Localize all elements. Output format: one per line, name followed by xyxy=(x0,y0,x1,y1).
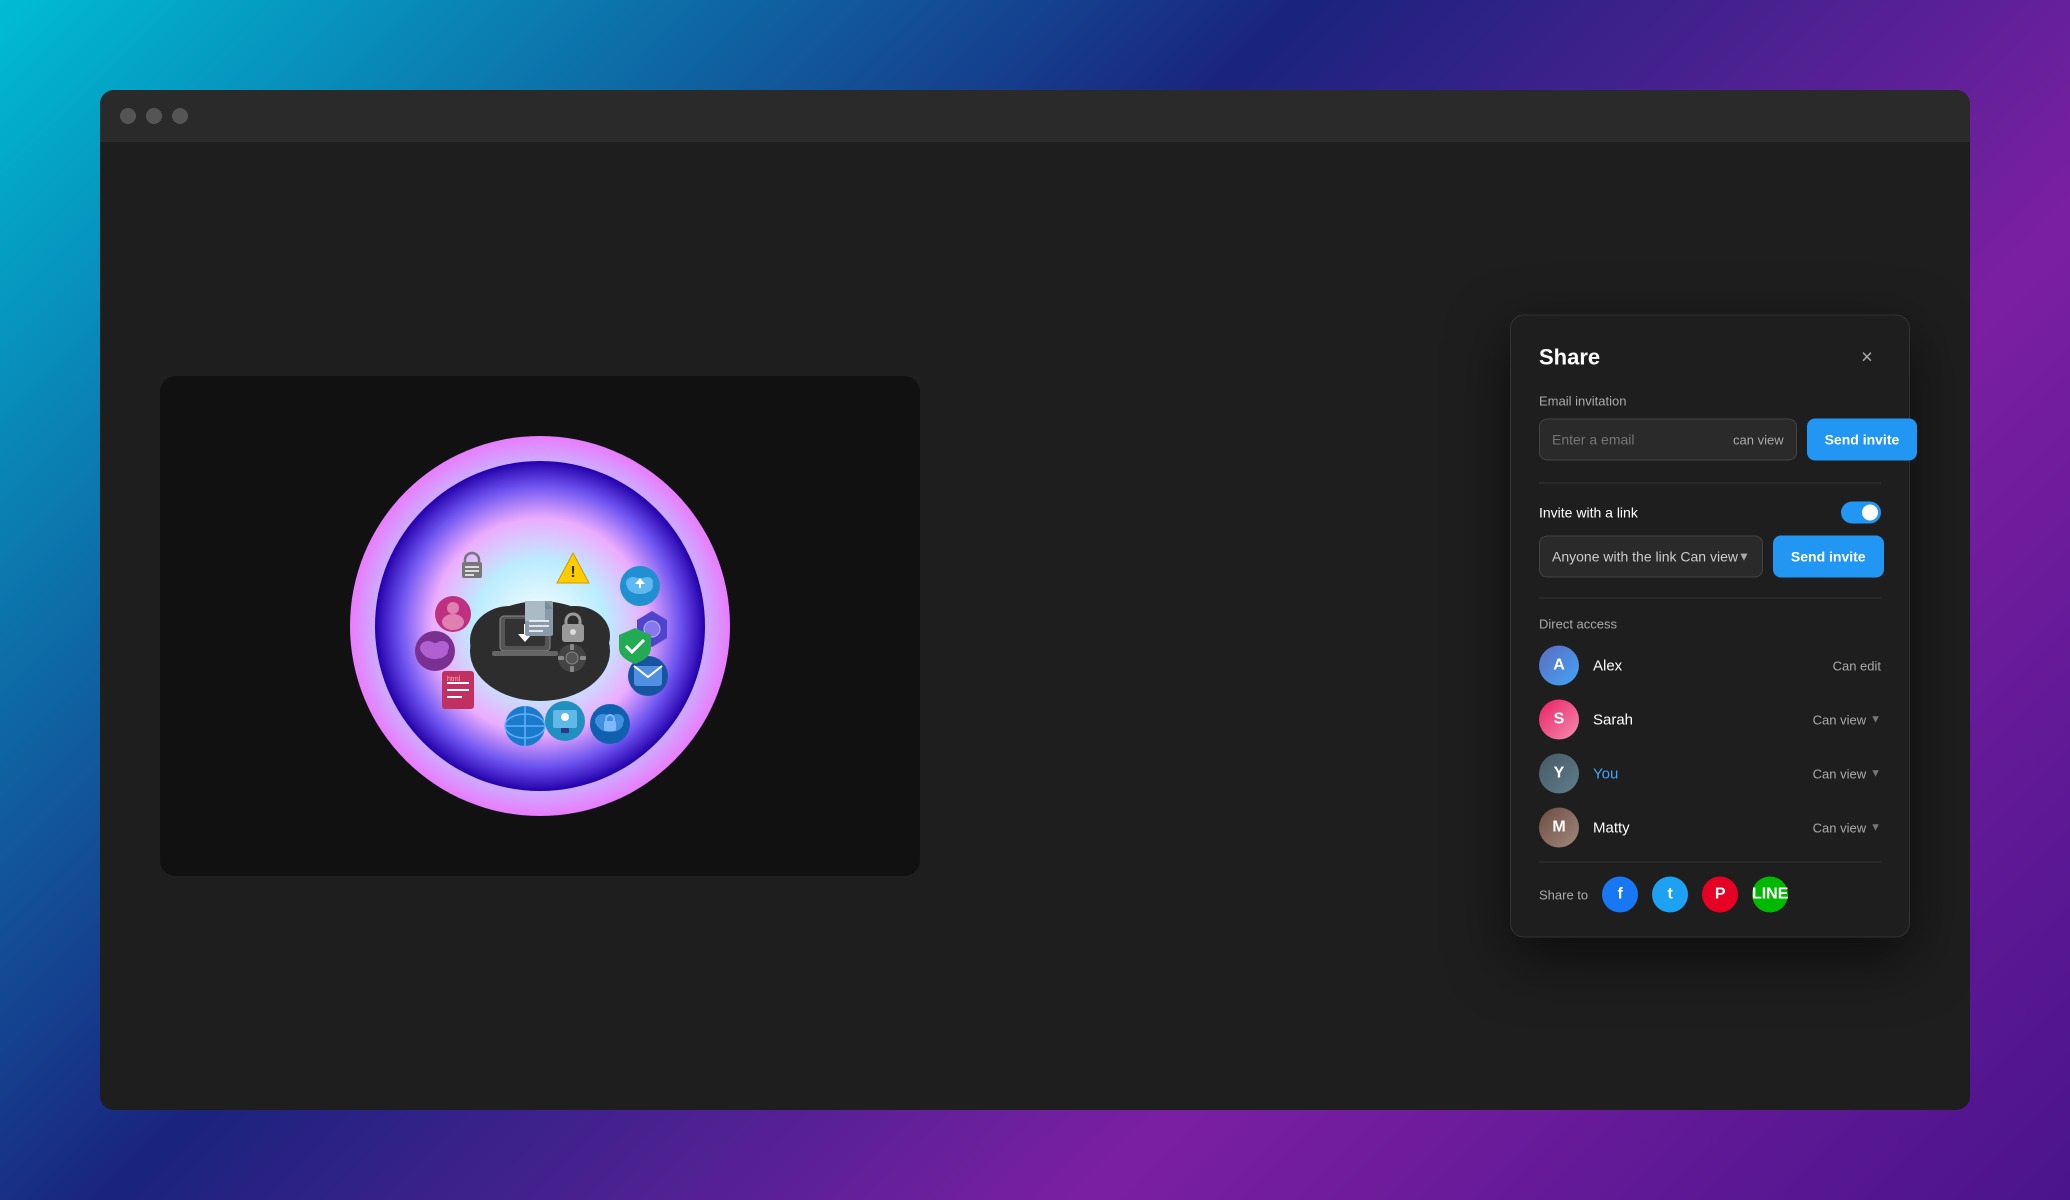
share-title: Share xyxy=(1539,345,1600,371)
avatar-matty: M xyxy=(1539,808,1579,848)
divider-2 xyxy=(1539,598,1881,599)
avatar-alex: A xyxy=(1539,646,1579,686)
share-panel: Share × Email invitation can view Send i… xyxy=(1510,315,1910,938)
maximize-traffic-light[interactable] xyxy=(172,108,188,124)
avatar-you: Y xyxy=(1539,754,1579,794)
email-input-wrapper: can view xyxy=(1539,419,1797,461)
permission-matty-label: Can view xyxy=(1813,820,1866,835)
permission-sarah-label: Can view xyxy=(1813,712,1866,727)
user-row-matty: M Matty Can view ▼ xyxy=(1539,808,1881,848)
cloud-illustration: ! xyxy=(350,436,730,816)
invite-link-toggle[interactable] xyxy=(1841,502,1881,524)
link-send-button[interactable]: Send invite xyxy=(1773,536,1884,578)
link-select-wrapper: Anyone with the link Can view Anyone wit… xyxy=(1539,536,1763,578)
share-to-row: Share to f t P LINE xyxy=(1539,862,1881,913)
invite-link-label: Invite with a link xyxy=(1539,505,1638,521)
illustration-area: ! xyxy=(160,376,920,876)
cloud-svg: ! xyxy=(370,456,710,796)
link-permission-select[interactable]: Anyone with the link Can view Anyone wit… xyxy=(1552,539,1738,575)
chevron-sarah-icon: ▼ xyxy=(1870,714,1881,726)
permission-you-label: Can view xyxy=(1813,766,1866,781)
chevron-matty-icon: ▼ xyxy=(1870,822,1881,834)
user-row-alex: A Alex Can edit xyxy=(1539,646,1881,686)
minimize-traffic-light[interactable] xyxy=(146,108,162,124)
user-name-sarah: Sarah xyxy=(1593,711,1799,728)
link-row: Anyone with the link Can view Anyone wit… xyxy=(1539,536,1881,578)
direct-access-label: Direct access xyxy=(1539,617,1881,632)
permission-alex: Can edit xyxy=(1833,658,1881,673)
facebook-share-button[interactable]: f xyxy=(1602,877,1638,913)
permission-dropdown-you[interactable]: Can view ▼ xyxy=(1813,766,1881,781)
main-window: ! xyxy=(100,90,1970,1110)
chevron-down-icon: ▼ xyxy=(1738,550,1750,564)
avatar-sarah: S xyxy=(1539,700,1579,740)
can-view-label: can view xyxy=(1733,432,1784,447)
user-name-matty: Matty xyxy=(1593,819,1799,836)
user-name-you: You xyxy=(1593,765,1799,782)
email-send-button[interactable]: Send invite xyxy=(1807,419,1918,461)
pinterest-share-button[interactable]: P xyxy=(1702,877,1738,913)
invite-link-header: Invite with a link xyxy=(1539,502,1881,524)
traffic-lights xyxy=(120,108,188,124)
chevron-you-icon: ▼ xyxy=(1870,768,1881,780)
svg-text:!: ! xyxy=(570,564,575,581)
titlebar xyxy=(100,90,1970,142)
user-row-sarah: S Sarah Can view ▼ xyxy=(1539,700,1881,740)
permission-dropdown-matty[interactable]: Can view ▼ xyxy=(1813,820,1881,835)
email-input[interactable] xyxy=(1552,422,1733,458)
user-row-you: Y You Can view ▼ xyxy=(1539,754,1881,794)
close-button[interactable]: × xyxy=(1853,344,1881,372)
svg-text:html: html xyxy=(447,676,461,683)
window-content: ! xyxy=(100,142,1970,1110)
user-name-alex: Alex xyxy=(1593,657,1819,674)
permission-dropdown-sarah[interactable]: Can view ▼ xyxy=(1813,712,1881,727)
line-share-button[interactable]: LINE xyxy=(1752,877,1788,913)
divider-1 xyxy=(1539,483,1881,484)
twitter-share-button[interactable]: t xyxy=(1652,877,1688,913)
close-traffic-light[interactable] xyxy=(120,108,136,124)
share-to-label: Share to xyxy=(1539,887,1588,902)
email-section-label: Email invitation xyxy=(1539,394,1881,409)
email-row: can view Send invite xyxy=(1539,419,1881,461)
share-header: Share × xyxy=(1539,344,1881,372)
